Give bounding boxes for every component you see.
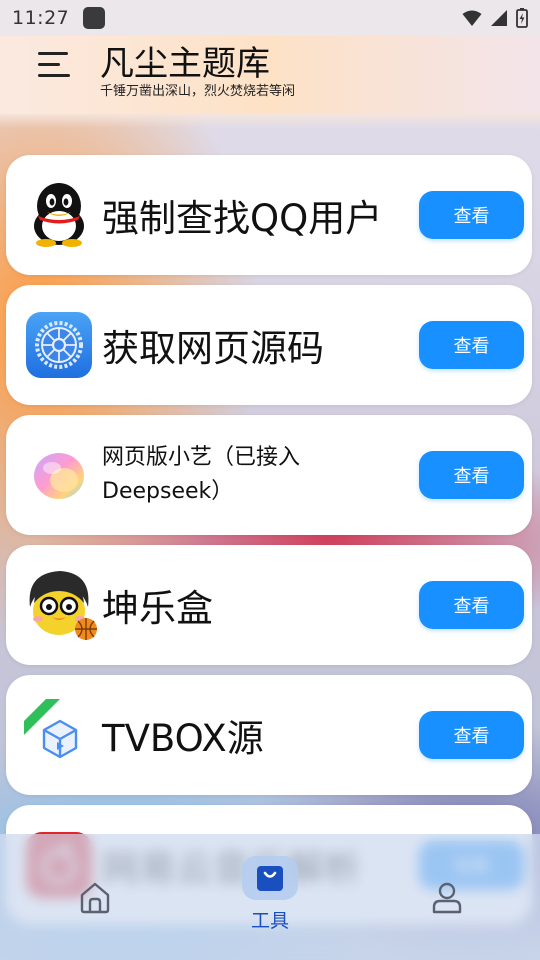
view-button[interactable]: 查看 xyxy=(419,711,524,759)
nav-item-profile[interactable] xyxy=(412,834,482,960)
menu-button[interactable] xyxy=(38,50,74,80)
settings-gear-icon xyxy=(26,312,92,378)
tool-card-xiaoyi[interactable]: 网页版小艺（已接入Deepseek） 查看 xyxy=(6,415,532,535)
view-button[interactable]: 查看 xyxy=(419,581,524,629)
page-subtitle: 千锤万凿出深山，烈火焚烧若等闲 xyxy=(100,84,296,99)
nav-item-tools[interactable]: 工具 xyxy=(226,834,314,960)
app-header: 凡尘主题库 千锤万凿出深山，烈火焚烧若等闲 xyxy=(0,36,540,128)
qq-penguin-icon xyxy=(26,182,92,248)
cartoon-avatar-icon xyxy=(22,567,98,641)
view-button[interactable]: 查看 xyxy=(419,321,524,369)
card-title: 网页版小艺（已接入Deepseek） xyxy=(102,445,301,504)
tool-card-tvbox[interactable]: TVBOX源 查看 xyxy=(6,675,532,795)
card-title: TVBOX源 xyxy=(102,717,264,760)
view-button[interactable]: 查看 xyxy=(419,191,524,239)
tvbox-cube-icon xyxy=(24,699,94,769)
tools-bag-icon xyxy=(257,866,283,891)
card-title: 获取网页源码 xyxy=(102,327,324,370)
bottom-nav: 工具 xyxy=(0,834,540,960)
tool-card-qq-lookup[interactable]: 强制查找QQ用户 查看 xyxy=(6,155,532,275)
home-icon xyxy=(80,882,110,914)
nav-label-tools: 工具 xyxy=(250,910,289,932)
tools-tab-highlight xyxy=(242,856,298,900)
xiaoyi-orb-icon xyxy=(32,448,86,502)
view-button[interactable]: 查看 xyxy=(419,451,524,499)
page-title: 凡尘主题库 xyxy=(100,44,270,84)
card-title: 坤乐盒 xyxy=(102,587,213,630)
nav-item-home[interactable] xyxy=(60,834,130,960)
card-title: 强制查找QQ用户 xyxy=(102,197,383,240)
profile-icon xyxy=(432,882,462,914)
tool-card-page-source[interactable]: 获取网页源码 查看 xyxy=(6,285,532,405)
tool-card-kunlehe[interactable]: 坤乐盒 查看 xyxy=(6,545,532,665)
tool-card-list: 强制查找QQ用户 查看 获取网页源码 查看 网页版小艺（已接入Deepseek）… xyxy=(0,0,540,960)
